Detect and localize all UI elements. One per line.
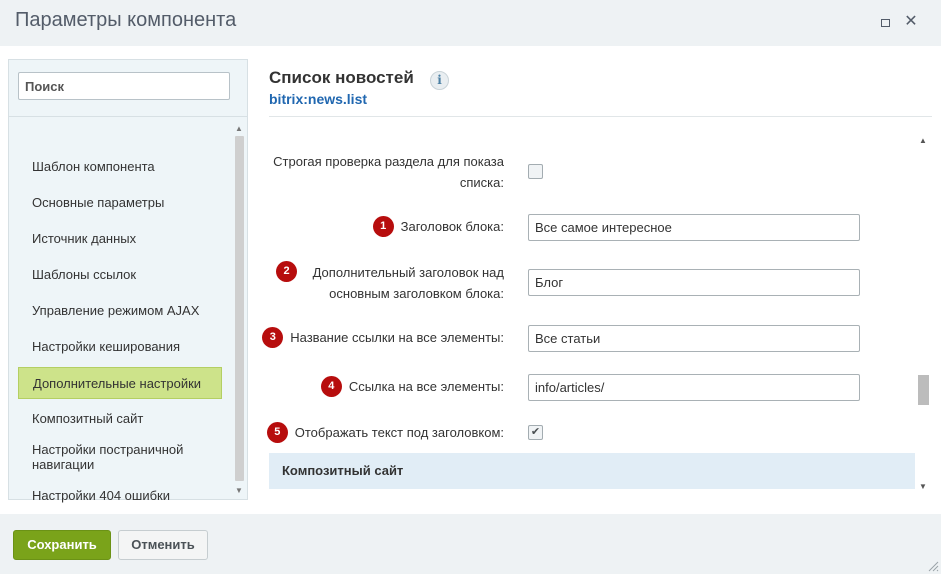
all-link-name-input[interactable]: [528, 325, 860, 352]
close-icon[interactable]: ✕: [904, 14, 918, 30]
block-title-text: Заголовок блока:: [400, 219, 504, 234]
show-subtitle-checkbox[interactable]: ✔: [528, 425, 543, 440]
step-badge: 4: [320, 376, 342, 397]
sub-title-label: 2 Дополнительный заголовок над основным з…: [276, 261, 504, 304]
strict-check-checkbox[interactable]: [528, 164, 543, 179]
info-icon[interactable]: i: [430, 71, 449, 90]
step-badge: 3: [262, 327, 284, 348]
step-badge: 5: [266, 422, 288, 443]
sidebar-divider: [9, 116, 247, 117]
show-subtitle-label: 5 Отображать текст под заголовком:: [266, 422, 504, 443]
all-link-name-label: 3 Название ссылки на все элементы:: [262, 327, 504, 348]
scroll-up-icon[interactable]: ▲: [919, 136, 927, 145]
all-link-url-text: Ссылка на все элементы:: [348, 379, 504, 394]
sidebar-item-link-templates[interactable]: Шаблоны ссылок: [18, 267, 222, 282]
component-title: Список новостей: [269, 68, 414, 87]
sidebar-item-template[interactable]: Шаблон компонента: [18, 159, 222, 174]
block-title-label: 1 Заголовок блока:: [372, 216, 504, 237]
block-title-input[interactable]: [528, 214, 860, 241]
dialog-footer: Сохранить Отменить: [0, 514, 941, 574]
scroll-up-icon[interactable]: ▲: [235, 124, 243, 133]
main-scrollbar[interactable]: ▲ ▼: [917, 134, 930, 493]
dialog-content: Шаблон компонента Основные параметры Ист…: [0, 46, 941, 514]
resize-grip-icon[interactable]: [927, 560, 939, 572]
all-link-url-input[interactable]: [528, 374, 860, 401]
sub-title-text: Дополнительный заголовок над основным за…: [312, 265, 504, 301]
sidebar-item-composite[interactable]: Композитный сайт: [18, 411, 222, 426]
maximize-icon[interactable]: [878, 14, 892, 30]
sidebar-scrollbar[interactable]: ▲ ▼: [233, 122, 246, 499]
sidebar-item-cache[interactable]: Настройки кеширования: [18, 339, 222, 354]
strict-check-label: Строгая проверка раздела для показа спис…: [273, 154, 504, 190]
section-header-composite[interactable]: Композитный сайт: [269, 453, 915, 489]
component-code: bitrix:news.list: [269, 91, 368, 107]
scroll-down-icon[interactable]: ▼: [235, 486, 243, 495]
main-scroll-thumb[interactable]: [918, 375, 929, 405]
step-badge: 1: [372, 216, 394, 237]
all-link-name-text: Название ссылки на все элементы:: [290, 330, 504, 345]
sidebar-item-pagination[interactable]: Настройки постраничной навигации: [18, 442, 222, 472]
sub-title-input[interactable]: [528, 269, 860, 296]
show-subtitle-text: Отображать текст под заголовком:: [294, 425, 504, 440]
save-button[interactable]: Сохранить: [13, 530, 111, 560]
cancel-button[interactable]: Отменить: [118, 530, 208, 560]
header-divider: [269, 116, 932, 117]
all-link-url-label: 4 Ссылка на все элементы:: [320, 376, 504, 397]
sidebar-scroll-thumb[interactable]: [235, 136, 244, 481]
sidebar-item-404[interactable]: Настройки 404 ошибки: [18, 488, 222, 503]
checkmark-icon: ✔: [530, 426, 541, 438]
dialog-title: Параметры компонента: [15, 9, 237, 31]
search-input[interactable]: [18, 72, 230, 100]
step-badge: 2: [276, 261, 297, 282]
scroll-down-icon[interactable]: ▼: [919, 482, 927, 491]
sidebar-item-ajax[interactable]: Управление режимом AJAX: [18, 303, 222, 318]
sidebar-item-additional[interactable]: Дополнительные настройки: [18, 367, 222, 399]
sidebar-item-data-source[interactable]: Источник данных: [18, 231, 222, 246]
sidebar: Шаблон компонента Основные параметры Ист…: [8, 59, 248, 503]
sidebar-item-basic[interactable]: Основные параметры: [18, 195, 222, 210]
title-bar: Параметры компонента ✕: [0, 0, 941, 46]
